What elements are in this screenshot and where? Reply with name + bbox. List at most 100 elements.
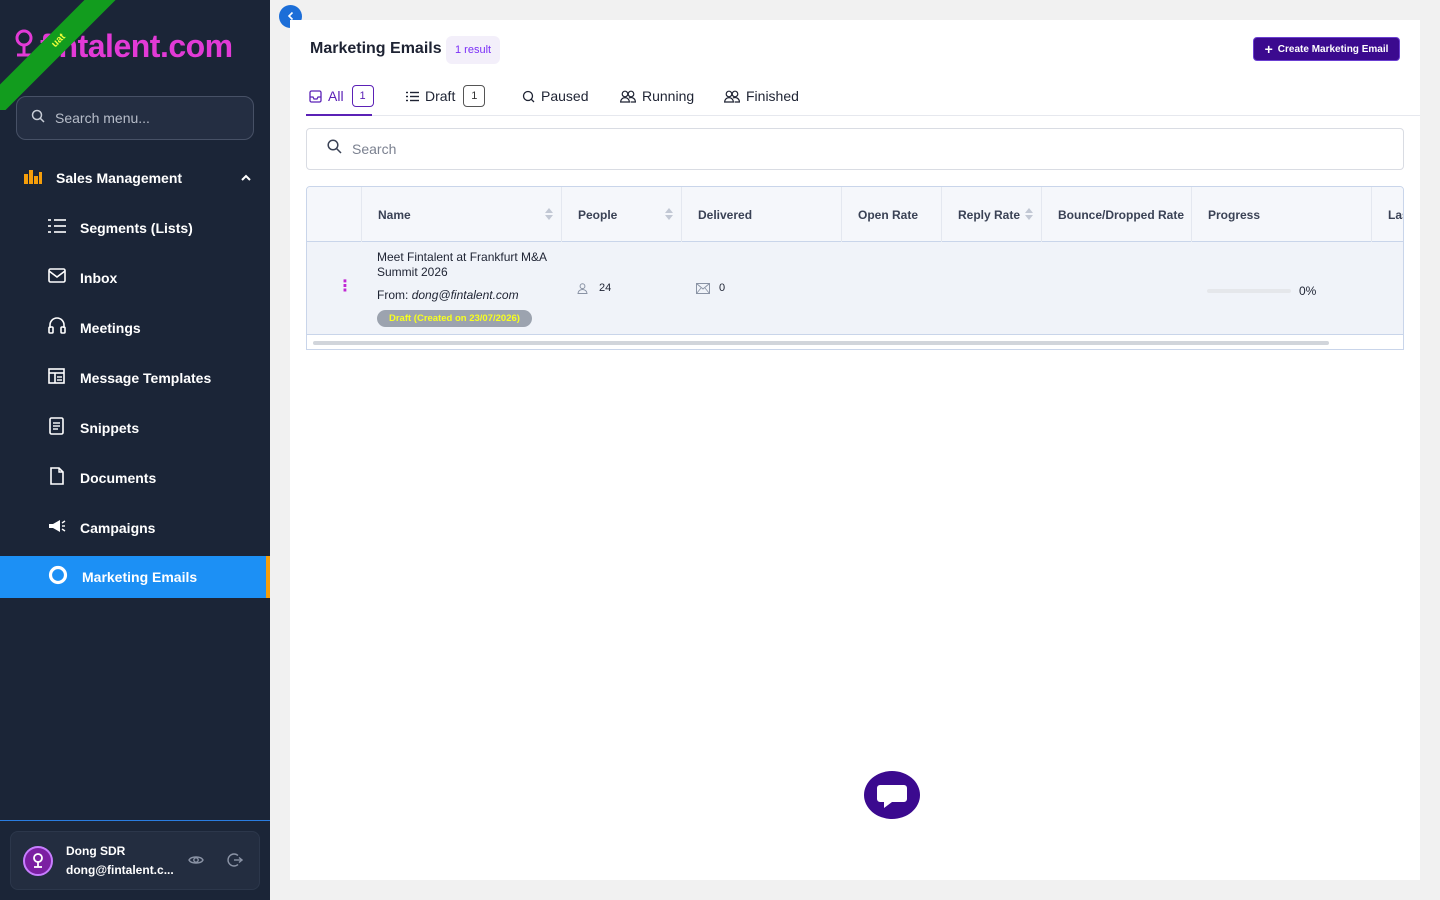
delivered-count: 0 [719, 282, 726, 294]
sidebar-item-label: Documents [80, 470, 157, 486]
sidebar-item-label: Meetings [80, 320, 141, 336]
user-card[interactable]: Dong SDR dong@fintalent.c... [10, 831, 260, 890]
search-input[interactable]: Search [306, 128, 1404, 170]
tab-label: Draft [425, 88, 456, 104]
column-header-people[interactable]: People [561, 187, 681, 242]
sidebar-item-campaigns[interactable]: Campaigns [0, 507, 270, 549]
progress-bar [1207, 289, 1291, 293]
sort-icon[interactable] [545, 208, 553, 223]
tab-label: Paused [541, 88, 589, 104]
eye-icon[interactable] [188, 852, 204, 873]
people-cell: 24 [577, 282, 611, 294]
main-panel: Marketing Emails 1 result + Create Marke… [290, 20, 1420, 880]
column-label: Progress [1208, 207, 1261, 222]
chat-bubble-icon [864, 771, 920, 823]
inbox-tray-icon [309, 89, 322, 103]
status-badge: Draft (Created on 23/07/2026) [377, 310, 532, 327]
sidebar-item-label: Message Templates [80, 370, 212, 386]
column-header-open-rate[interactable]: Open Rate [841, 187, 941, 242]
template-icon [48, 367, 66, 389]
tab-running[interactable]: Running [620, 82, 694, 110]
tab-finished[interactable]: Finished [724, 82, 799, 110]
from-label: From: [377, 288, 409, 302]
result-count-badge: 1 result [446, 36, 501, 64]
environment-ribbon: uat [0, 0, 130, 110]
user-email: dong@fintalent.c... [66, 863, 174, 877]
tab-count: 1 [351, 85, 374, 107]
avatar [23, 845, 53, 876]
sidebar-item-label: Marketing Emails [82, 569, 198, 585]
search-icon [522, 90, 535, 103]
snippet-icon [48, 416, 66, 440]
search-icon [31, 109, 45, 128]
sidebar-item-documents[interactable]: Documents [0, 457, 270, 499]
sidebar-item-marketing-emails[interactable]: Marketing Emails [0, 556, 270, 598]
megaphone-icon [48, 518, 66, 539]
tab-label: All [328, 88, 344, 104]
column-label: Open Rate [858, 207, 919, 222]
from-email: dong@fintalent.com [411, 288, 519, 302]
chat-widget-button[interactable] [864, 771, 920, 819]
sidebar: fintalent.com uat Search menu... Sales M… [0, 0, 270, 900]
list-icon [406, 91, 419, 102]
page-title: Marketing Emails [310, 40, 442, 57]
sidebar-section-sales-management[interactable]: Sales Management [0, 157, 270, 199]
plus-icon: + [1264, 41, 1273, 57]
bar-chart-icon [24, 168, 42, 189]
sidebar-divider [0, 820, 270, 821]
sidebar-item-snippets[interactable]: Snippets [0, 407, 270, 449]
create-marketing-email-button[interactable]: + Create Marketing Email [1253, 37, 1400, 61]
sidebar-section-label: Sales Management [56, 170, 183, 186]
tab-label: Finished [746, 88, 799, 104]
more-actions-icon[interactable]: ⋮ [337, 279, 353, 295]
marketing-emails-table: Name People Delivered Open Rate Reply Ra… [306, 186, 1404, 350]
people-count: 24 [599, 282, 612, 294]
users-icon [620, 90, 636, 103]
sort-icon[interactable] [665, 208, 673, 223]
list-icon [48, 218, 66, 239]
sidebar-item-label: Inbox [80, 270, 118, 286]
sidebar-item-meetings[interactable]: Meetings [0, 307, 270, 349]
progress-label: 0% [1299, 284, 1317, 298]
column-header-name[interactable]: Name [361, 187, 561, 242]
circle-icon [48, 565, 68, 590]
filter-tabs: All 1 Draft 1 Paused Running Finished [306, 76, 1420, 116]
column-label: Name [378, 207, 411, 222]
column-label: Delivered [698, 207, 753, 222]
create-button-label: Create Marketing Email [1277, 43, 1389, 55]
sidebar-item-inbox[interactable]: Inbox [0, 257, 270, 299]
search-icon [327, 139, 342, 159]
table-row[interactable]: ⋮ Meet Fintalent at Frankfurt M&A Summit… [307, 242, 1403, 335]
inbox-icon [48, 267, 66, 289]
sort-icon[interactable] [1025, 208, 1033, 223]
sidebar-item-label: Snippets [80, 420, 140, 436]
column-header-delivered[interactable]: Delivered [681, 187, 841, 242]
email-name[interactable]: Meet Fintalent at Frankfurt M&A Summit 2… [377, 250, 563, 280]
column-label: Bounce/Dropped Rate [1058, 207, 1185, 222]
column-label: Las [1388, 207, 1403, 222]
column-header-reply-rate[interactable]: Reply Rate [941, 187, 1041, 242]
chevron-up-icon[interactable] [240, 171, 252, 189]
menu-search-input[interactable]: Search menu... [16, 96, 254, 140]
column-label: People [578, 207, 618, 222]
sidebar-item-segments[interactable]: Segments (Lists) [0, 207, 270, 249]
active-tab-indicator [306, 114, 372, 116]
column-header-last[interactable]: Las [1371, 187, 1403, 242]
delivered-cell: 0 [696, 282, 725, 294]
document-icon [48, 466, 66, 490]
tab-all[interactable]: All 1 [309, 82, 374, 110]
column-label: Reply Rate [958, 207, 1021, 222]
tab-paused[interactable]: Paused [522, 82, 588, 110]
tab-draft[interactable]: Draft 1 [406, 82, 486, 110]
menu-search-placeholder: Search menu... [55, 110, 150, 126]
sidebar-item-message-templates[interactable]: Message Templates [0, 357, 270, 399]
search-placeholder: Search [352, 141, 397, 157]
tab-label: Running [642, 88, 695, 104]
column-header-bounce-rate[interactable]: Bounce/Dropped Rate [1041, 187, 1191, 242]
user-icon [577, 282, 588, 294]
table-header: Name People Delivered Open Rate Reply Ra… [307, 187, 1403, 242]
logout-icon[interactable] [227, 852, 244, 873]
column-header-progress[interactable]: Progress [1191, 187, 1335, 242]
horizontal-scrollbar[interactable] [313, 341, 1329, 345]
environment-ribbon-label: uat [0, 0, 130, 110]
